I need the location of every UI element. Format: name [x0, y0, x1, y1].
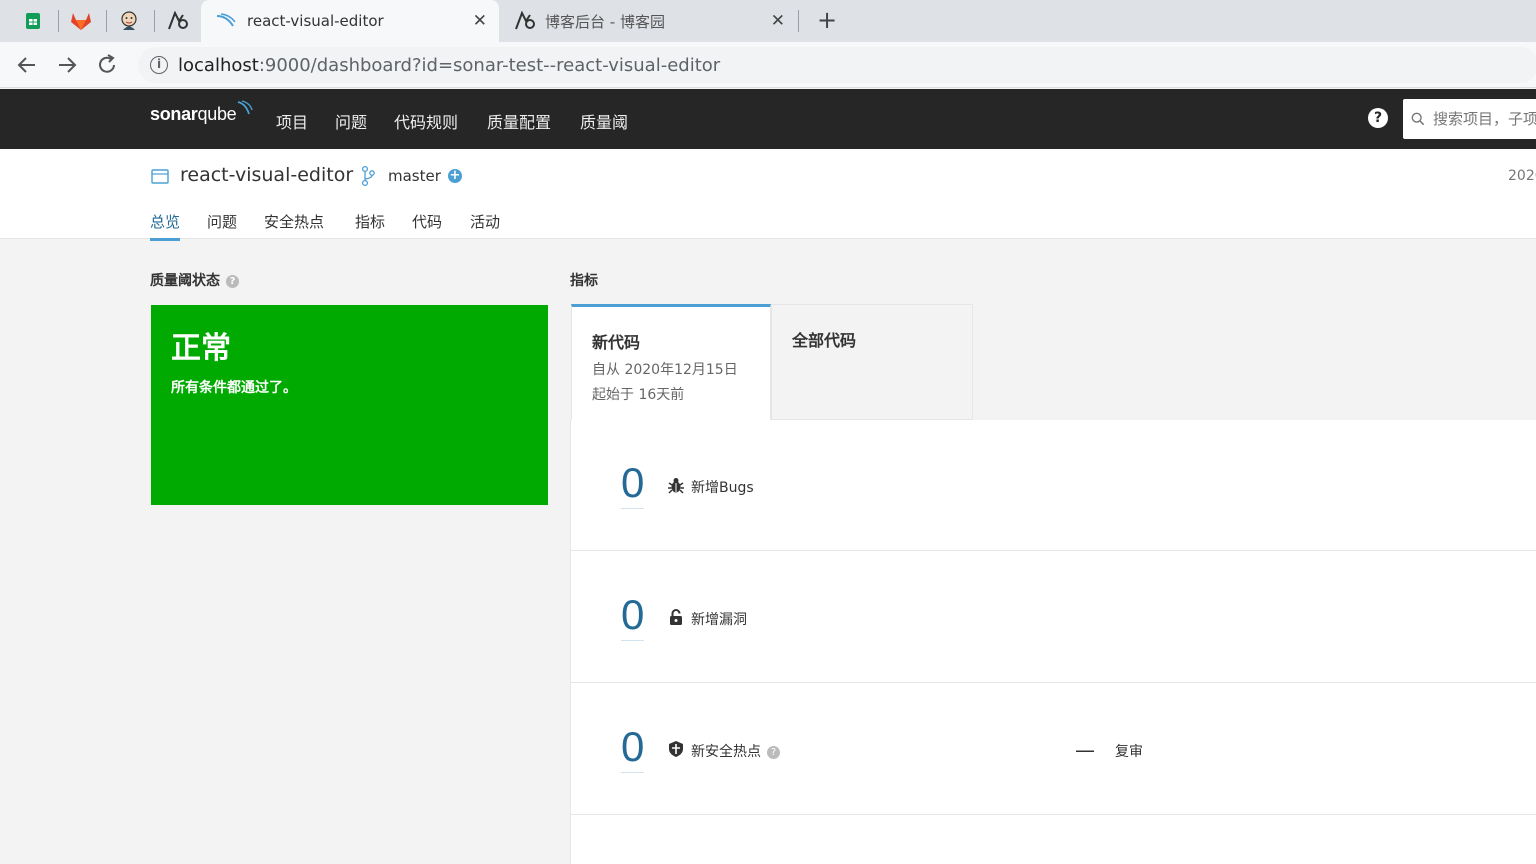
analysis-date: 2020 — [1508, 168, 1536, 184]
help-icon[interactable]: ? — [1368, 108, 1388, 128]
branch-plus-icon[interactable]: + — [448, 169, 462, 183]
quality-gate-label: 质量阈状态? — [150, 270, 239, 290]
forward-icon[interactable] — [54, 52, 80, 78]
sonarqube-logo[interactable]: sonarqube — [150, 100, 253, 125]
new-bugs-label: 新增Bugs — [691, 480, 754, 496]
measures-body: 0 新增Bugs 0 新增漏洞 0 新安全热点? — 复审 — [570, 420, 1536, 864]
new-hotspots-value[interactable]: 0 — [621, 724, 645, 773]
new-code-since: 自从 2020年12月15日 — [592, 362, 738, 378]
search-icon — [1411, 112, 1425, 126]
project-name[interactable]: react-visual-editor — [180, 164, 353, 186]
new-hotspots-label: 新安全热点? — [691, 741, 780, 761]
address-bar: i localhost:9000/dashboard?id=sonar-test… — [0, 42, 1536, 88]
tab-new-code[interactable]: 新代码 自从 2020年12月15日 起始于 16天前 — [571, 304, 771, 420]
nav-rules[interactable]: 代码规则 — [394, 109, 458, 133]
url-host: localhost — [178, 54, 259, 76]
overall-code-title: 全部代码 — [792, 331, 857, 350]
tab-react-visual-editor[interactable]: react-visual-editor ✕ — [201, 0, 499, 42]
project-header: react-visual-editor master + 2020 总览 问题 … — [0, 149, 1536, 241]
bug-icon — [668, 478, 684, 494]
tab-overview[interactable]: 总览 — [150, 211, 181, 241]
nav-projects[interactable]: 项目 — [276, 109, 308, 133]
help-circle-icon[interactable]: ? — [226, 275, 239, 288]
review-rating-dash: — — [1075, 738, 1095, 762]
quality-gate-status-box: 正常 所有条件都通过了。 — [151, 305, 548, 505]
gitlab-icon[interactable] — [58, 7, 104, 35]
sonar-waves-icon — [237, 100, 253, 115]
url-field[interactable]: i localhost:9000/dashboard?id=sonar-test… — [138, 47, 1536, 83]
new-code-title: 新代码 — [592, 333, 641, 352]
tab-issues[interactable]: 问题 — [207, 211, 237, 238]
new-code-started: 起始于 16天前 — [592, 387, 685, 403]
new-tab-button[interactable]: + — [814, 8, 840, 33]
cnblogs-tab-icon — [515, 11, 535, 30]
branch-name[interactable]: master — [388, 167, 441, 185]
search-input[interactable] — [1433, 110, 1536, 128]
quality-gate-label-text: 质量阈状态 — [150, 273, 220, 289]
close-icon[interactable]: ✕ — [771, 11, 785, 31]
global-search[interactable] — [1403, 99, 1536, 139]
tab-security-hotspots[interactable]: 安全热点 — [264, 211, 324, 238]
sheets-icon[interactable] — [10, 7, 56, 35]
tab-code[interactable]: 代码 — [412, 211, 442, 238]
jenkins-icon[interactable] — [106, 7, 152, 35]
logo-text: qube — [197, 104, 237, 124]
project-icon — [151, 169, 169, 184]
tab-title: 博客后台 - 博客园 — [545, 12, 665, 31]
sonar-tab-icon — [216, 13, 236, 27]
tab-measures[interactable]: 指标 — [355, 211, 385, 238]
back-icon[interactable] — [14, 52, 40, 78]
tab-activity[interactable]: 活动 — [470, 211, 500, 238]
lock-icon — [670, 609, 682, 625]
branch-icon — [361, 165, 375, 187]
quality-gate-status: 正常 — [171, 331, 231, 366]
measure-row-hotspots: 0 新安全热点? — 复审 — [571, 684, 1536, 815]
measure-row-bugs: 0 新增Bugs — [571, 420, 1536, 551]
nav-quality-gates[interactable]: 质量阈 — [580, 109, 628, 133]
cnblogs-icon[interactable] — [154, 7, 200, 35]
nav-issues[interactable]: 问题 — [335, 109, 367, 133]
tab-title: react-visual-editor — [247, 12, 384, 30]
new-hotspots-label-text: 新安全热点 — [691, 744, 761, 760]
shield-icon — [669, 741, 683, 757]
close-icon[interactable]: ✕ — [473, 11, 487, 31]
quality-gate-message: 所有条件都通过了。 — [171, 380, 297, 396]
logo-text-bold: sonar — [150, 104, 198, 124]
measures-label: 指标 — [570, 273, 598, 289]
info-icon[interactable]: i — [150, 56, 168, 74]
new-vulnerabilities-value[interactable]: 0 — [621, 592, 645, 641]
url-path: :9000/dashboard?id=sonar-test--react-vis… — [258, 54, 721, 76]
tab-overall-code[interactable]: 全部代码 — [771, 304, 973, 420]
nav-quality-profiles[interactable]: 质量配置 — [487, 109, 551, 133]
tab-cnblogs-admin[interactable]: 博客后台 - 博客园 ✕ — [499, 0, 797, 42]
browser-tab-bar: react-visual-editor ✕ 博客后台 - 博客园 ✕ + — [0, 0, 1536, 42]
measure-row-vulnerabilities: 0 新增漏洞 — [571, 552, 1536, 683]
sonar-global-nav: sonarqube 项目 问题 代码规则 质量配置 质量阈 ? — [0, 89, 1536, 149]
review-label[interactable]: 复审 — [1115, 741, 1143, 761]
help-circle-icon[interactable]: ? — [767, 746, 780, 759]
reload-icon[interactable] — [94, 52, 120, 78]
new-vulnerabilities-label: 新增漏洞 — [691, 612, 747, 628]
new-bugs-value[interactable]: 0 — [621, 460, 645, 509]
